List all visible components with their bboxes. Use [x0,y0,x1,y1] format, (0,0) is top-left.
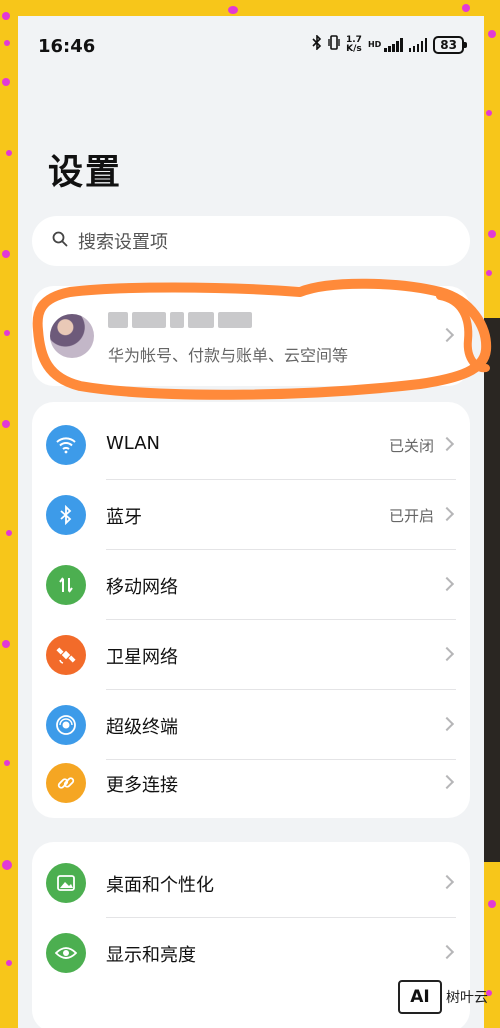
search-placeholder: 搜索设置项 [78,232,168,253]
settings-item-label: 蓝牙 [106,507,142,528]
background-dot [488,30,496,38]
background-dot [6,150,12,156]
settings-item-label: 桌面和个性化 [106,875,214,896]
settings-item-label: 更多连接 [106,775,178,796]
settings-item-more-connections[interactable]: 更多连接 [32,748,470,818]
settings-item-label: WLAN [106,433,161,454]
account-subtitle: 华为帐号、付款与账单、云空间等 [108,346,349,365]
settings-item-satellite-network[interactable]: 卫星网络 [32,620,470,690]
hd-icon: HD [367,40,382,49]
background-dot [2,640,10,648]
background-dot [2,250,10,258]
chevron-right-icon [439,576,455,592]
background-photo-strip [484,318,500,862]
vibrate-icon [328,35,340,54]
search-input[interactable]: 搜索设置项 [32,216,470,266]
satellite-icon [46,635,86,675]
background-dot [462,4,470,12]
background-dot [4,760,10,766]
settings-item-label: 显示和亮度 [106,945,196,966]
background-dot [488,230,496,238]
chevron-right-icon [439,944,455,960]
settings-item-label: 移动网络 [106,577,178,598]
chevron-right-icon [439,774,455,790]
background-dot [4,40,10,46]
watermark-logo: AI [398,980,442,1014]
background-dot [486,270,492,276]
background-dot [6,530,12,536]
settings-item-label: 卫星网络 [106,647,178,668]
chevron-right-icon [439,874,455,890]
settings-item-bluetooth[interactable]: 蓝牙 已开启 [32,480,470,550]
watermark-text: 树叶云 [446,990,488,1006]
search-icon [52,231,68,251]
link-icon [46,763,86,803]
phone-screen: 16:46 1.7 K/s HD 83 设置 搜索设置项 华为帐号、付款与账单、… [18,16,484,1028]
background-dot [2,860,12,870]
network-speed: 1.7 K/s [346,34,362,54]
status-bar: 16:46 1.7 K/s HD 83 [18,16,484,74]
status-time: 16:46 [38,36,96,57]
battery-icon: 83 [433,35,467,54]
settings-item-wlan[interactable]: WLAN 已关闭 [32,410,470,480]
eye-icon [46,933,86,973]
watermark: AI 树叶云 [398,980,488,1014]
settings-item-value: 已关闭 [388,437,434,455]
background-dot [2,78,10,86]
bluetooth-status-icon [312,34,322,54]
settings-item-value: 已开启 [388,507,434,525]
super-device-icon [46,705,86,745]
background-dot [228,6,238,14]
settings-item-display-brightness[interactable]: 显示和亮度 [32,918,470,988]
settings-item-home-screen-personalization[interactable]: 桌面和个性化 [32,848,470,918]
page-title: 设置 [48,153,123,193]
signal-icon [384,37,403,52]
signal-icon-2 [408,37,428,52]
background-dot [2,420,10,428]
settings-item-label: 超级终端 [106,717,178,738]
chevron-right-icon [439,436,455,452]
status-icons: 1.7 K/s HD 83 [312,34,467,54]
mobile-data-icon [46,565,86,605]
background-dot [4,330,10,336]
background-dot [2,12,10,20]
wallpaper-icon [46,863,86,903]
bluetooth-icon [46,495,86,535]
wifi-icon [46,425,86,465]
background-dot [6,960,12,966]
chevron-right-icon [439,506,455,522]
chevron-right-icon [439,646,455,662]
chevron-right-icon [439,327,455,343]
chevron-right-icon [439,716,455,732]
settings-item-mobile-network[interactable]: 移动网络 [32,550,470,620]
account-name-redacted [108,312,252,328]
background-dot [486,110,492,116]
avatar [50,314,94,358]
connectivity-card: WLAN 已关闭 蓝牙 已开启 移动网络 卫星网络 超级终端 更多连接 [32,402,470,818]
background-dot [488,900,496,908]
account-card[interactable]: 华为帐号、付款与账单、云空间等 [32,286,470,386]
